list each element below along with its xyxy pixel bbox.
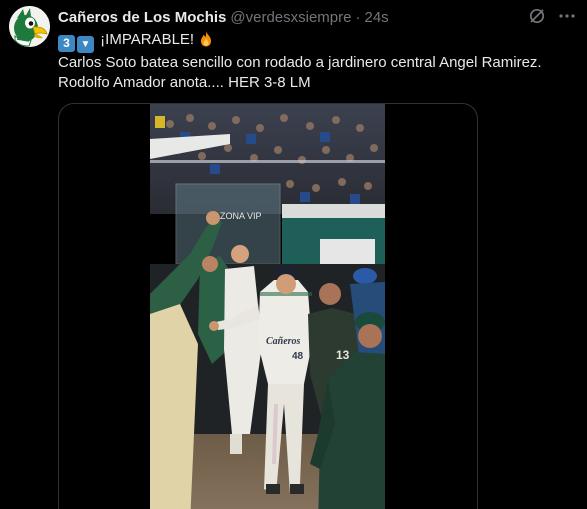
fire-icon	[198, 30, 214, 53]
more-icon[interactable]	[558, 7, 576, 25]
tweet-line-1: 3 ▼ ¡IMPARABLE!	[58, 30, 578, 53]
down-arrow-emoji: ▼	[77, 36, 94, 53]
grok-icon[interactable]	[528, 7, 546, 25]
baseball-dugout-scene: ZONA VIP 30	[150, 104, 385, 509]
tweet[interactable]: Cañeros de Los Mochis @verdesxsiempre · …	[0, 0, 587, 509]
video-media[interactable]: ZONA VIP 30	[58, 103, 478, 509]
tweet-text: 3 ▼ ¡IMPARABLE! Carlos Soto batea sencill…	[58, 30, 578, 93]
tweet-line-2: Carlos Soto batea sencillo con rodado a …	[58, 54, 542, 71]
tweet-header: Cañeros de Los Mochis @verdesxsiempre · …	[58, 7, 578, 27]
jersey-team-name: Cañeros	[266, 336, 301, 347]
zona-vip-banner: ZONA VIP	[220, 211, 262, 221]
header-actions	[528, 7, 576, 25]
user-handle[interactable]: @verdesxsiempre	[230, 9, 351, 26]
keycap-3-emoji: 3	[58, 35, 75, 52]
separator-dot: ·	[355, 8, 361, 26]
tweet-content: Cañeros de Los Mochis @verdesxsiempre · …	[58, 7, 578, 93]
video-frame[interactable]: ZONA VIP 30	[150, 104, 385, 509]
tweet-line-3: Rodolfo Amador anota.... HER 3-8 LM	[58, 74, 311, 91]
parrot-mascot-icon	[9, 6, 50, 47]
timestamp[interactable]: 24s	[364, 9, 388, 26]
display-name[interactable]: Cañeros de Los Mochis	[58, 9, 226, 26]
avatar[interactable]	[9, 6, 50, 47]
jersey-number-center: 48	[292, 351, 304, 362]
headline: ¡IMPARABLE!	[100, 31, 195, 48]
